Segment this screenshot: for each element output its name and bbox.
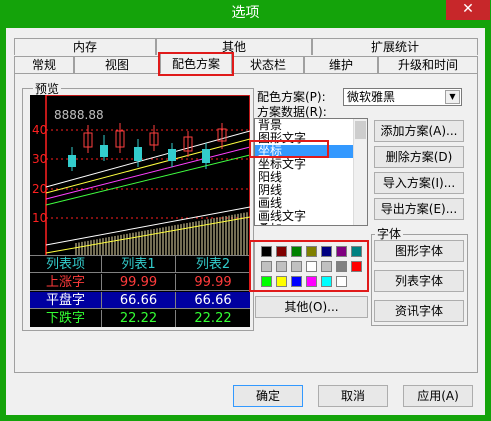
price-label: 8888.88 (54, 108, 104, 122)
tab-label: 内存 (72, 40, 97, 54)
table-cell: 99.99 (176, 274, 250, 291)
other-color-button[interactable]: 其他(O)... (255, 296, 368, 318)
tab-general[interactable]: 常规 (14, 56, 74, 73)
preview-table: 列表项 列表1 列表2 上涨字 99.99 99.99 平盘字 66.66 66… (30, 255, 250, 327)
tab-label: 视图 (104, 58, 129, 72)
tab-extended-stats[interactable]: 扩展统计 (312, 38, 478, 55)
tab-upgrade-time[interactable]: 升级和时间 (378, 56, 478, 73)
annotation-box-list (249, 140, 329, 158)
cancel-button[interactable]: 取消 (318, 385, 388, 407)
table-cell: 66.66 (176, 292, 250, 309)
annotation-box-palette (249, 240, 369, 292)
button-label: 应用(A) (417, 389, 459, 403)
tab-label: 维护 (328, 58, 353, 72)
add-scheme-button[interactable]: 添加方案(A)... (374, 120, 464, 142)
button-label: 其他(O)... (284, 300, 339, 314)
import-scheme-button[interactable]: 导入方案(I)... (374, 172, 464, 194)
list-scrollbar[interactable] (353, 119, 367, 225)
row-label-flat: 平盘字 (30, 292, 102, 309)
tab-maintenance[interactable]: 维护 (304, 56, 378, 73)
candle-down (100, 145, 108, 157)
table-cell: 22.22 (102, 310, 176, 327)
tab-label: 常规 (31, 58, 56, 72)
button-label: 导出方案(E)... (380, 202, 458, 216)
delete-scheme-button[interactable]: 删除方案(D) (374, 146, 464, 168)
table-header-cell: 列表2 (176, 256, 250, 273)
chevron-down-icon[interactable]: ▼ (445, 90, 460, 104)
export-scheme-button[interactable]: 导出方案(E)... (374, 198, 464, 220)
tab-label: 状态栏 (249, 58, 286, 72)
candle-down (68, 155, 76, 167)
row-label-fall: 下跌字 (30, 310, 102, 327)
title-bar: 选项 ✕ (0, 0, 491, 28)
ok-button[interactable]: 确定 (233, 385, 303, 407)
button-label: 资讯字体 (394, 304, 443, 318)
list-item[interactable]: 叠加 (255, 223, 367, 226)
candle-down (202, 149, 210, 163)
button-label: 导入方案(I)... (382, 176, 456, 190)
button-label: 列表字体 (394, 274, 443, 288)
table-cell: 99.99 (102, 274, 176, 291)
tab-memory[interactable]: 内存 (14, 38, 156, 55)
list-font-button[interactable]: 列表字体 (374, 270, 464, 292)
table-cell: 22.22 (194, 311, 232, 326)
preview-label: 预览 (33, 82, 62, 96)
table-header-cell: 列表项 (30, 256, 102, 273)
ma-line-green (45, 154, 250, 206)
scrollbar-thumb[interactable] (355, 121, 366, 139)
button-label: 删除方案(D) (385, 150, 453, 164)
table-header-cell: 列表1 (102, 256, 176, 273)
candle-down (168, 149, 176, 161)
axis-tick: 40 (32, 123, 47, 137)
scheme-dropdown[interactable]: 微软雅黑 ▼ (343, 88, 462, 106)
axis-tick: 10 (32, 211, 47, 225)
button-label: 添加方案(A)... (380, 124, 458, 138)
graphic-font-button[interactable]: 图形字体 (374, 240, 464, 262)
annotation-box-tab (158, 52, 234, 76)
preview-canvas: 40 30 20 10 8888.88 列表项 列表1 列表2 上涨字 99.9… (30, 95, 250, 327)
tab-label: 升级和时间 (397, 58, 458, 72)
font-group-label: 字体 (375, 227, 404, 241)
table-cell: 66.66 (102, 292, 176, 309)
close-button[interactable]: ✕ (446, 0, 490, 20)
axis-tick: 20 (32, 182, 47, 196)
tab-status-bar[interactable]: 状态栏 (232, 56, 304, 73)
button-label: 取消 (340, 389, 365, 403)
button-label: 确定 (255, 389, 280, 403)
scheme-value: 微软雅黑 (347, 90, 396, 104)
info-font-button[interactable]: 资讯字体 (374, 300, 464, 322)
tab-label: 扩展统计 (370, 40, 419, 54)
button-label: 图形字体 (394, 244, 443, 258)
tab-view[interactable]: 视图 (74, 56, 160, 73)
row-label-rise: 上涨字 (30, 274, 102, 291)
ma-line-yellow (45, 138, 250, 194)
candle-down (134, 147, 142, 161)
scheme-data-list[interactable]: 背景 图形文字 坐标 坐标文字 阳线 阴线 画线 画线文字 叠加 (254, 118, 368, 226)
apply-button[interactable]: 应用(A) (403, 385, 473, 407)
close-icon: ✕ (462, 1, 474, 17)
axis-tick: 30 (32, 152, 47, 166)
scheme-label: 配色方案(P): (257, 90, 326, 104)
scheme-data-label: 方案数据(R): (257, 105, 327, 119)
window-title: 选项 (231, 5, 260, 21)
ma-line-magenta (45, 146, 250, 200)
